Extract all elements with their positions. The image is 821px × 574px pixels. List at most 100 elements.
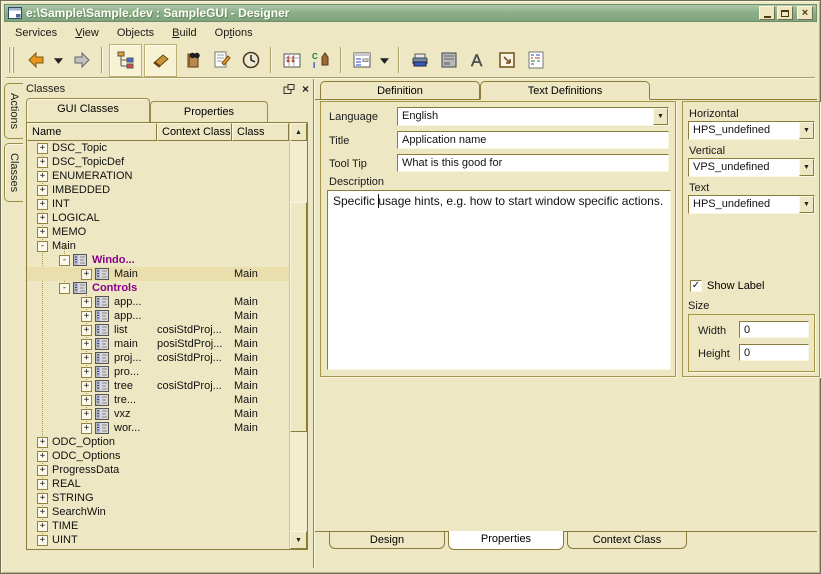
window-list-dropdown[interactable]	[377, 46, 392, 74]
horizontal-combo[interactable]: HPS_undefined ▼	[688, 121, 815, 140]
edit-document-button[interactable]	[208, 46, 235, 74]
tree-expand-toggle[interactable]: +	[81, 269, 92, 280]
classes-panel-tab[interactable]: GUI Classes	[26, 98, 150, 122]
tree-row[interactable]: + IMBEDDED	[27, 183, 289, 197]
tree-expand-toggle[interactable]: +	[81, 367, 92, 378]
tree-expand-toggle[interactable]: +	[81, 409, 92, 420]
build-server-button[interactable]	[435, 46, 462, 74]
clock-button[interactable]	[237, 46, 264, 74]
import-table-button[interactable]	[278, 46, 305, 74]
close-button[interactable]: ×	[797, 6, 813, 20]
scrollbar-thumb[interactable]	[290, 202, 307, 432]
class-interface-button[interactable]: CI	[307, 46, 334, 74]
show-label-checkbox[interactable]: ✓	[690, 280, 702, 292]
text-combo[interactable]: HPS_undefined ▼	[688, 195, 815, 214]
combo-dropdown-icon[interactable]: ▼	[799, 196, 814, 213]
float-window-icon[interactable]	[283, 84, 295, 94]
menu-item[interactable]: Services	[6, 24, 66, 42]
tooltip-input[interactable]	[397, 154, 669, 172]
combo-dropdown-icon[interactable]: ▼	[653, 108, 668, 125]
vertical-combo[interactable]: VPS_undefined ▼	[688, 158, 815, 177]
tree-row[interactable]: - Main	[27, 239, 289, 253]
tree-expand-toggle[interactable]: +	[37, 535, 48, 546]
bottom-tab[interactable]: Design	[329, 532, 445, 549]
tree-expand-toggle[interactable]: +	[81, 297, 92, 308]
tree-row[interactable]: + wor... Main	[27, 421, 289, 435]
back-history-dropdown[interactable]	[51, 46, 66, 74]
width-input[interactable]	[739, 321, 809, 338]
panel-close-icon[interactable]: ×	[302, 84, 309, 94]
scroll-down-button[interactable]: ▼	[290, 531, 307, 549]
combo-dropdown-icon[interactable]: ▼	[799, 122, 814, 139]
tree-row[interactable]: + TIME	[27, 519, 289, 533]
toolbar-grip[interactable]	[8, 47, 15, 73]
column-header[interactable]: Class	[232, 123, 289, 141]
script-list-button[interactable]	[522, 46, 549, 74]
tree-row[interactable]: + LOGICAL	[27, 211, 289, 225]
tree-expand-toggle[interactable]: +	[37, 213, 48, 224]
tree-expand-toggle[interactable]: +	[37, 521, 48, 532]
menu-item[interactable]: Objects	[108, 24, 163, 42]
description-textarea[interactable]: Specific usage hints, e.g. how to start …	[327, 190, 671, 370]
title-bar[interactable]: e:\Sample\Sample.dev : SampleGUI - Desig…	[4, 4, 817, 22]
tree-expand-toggle[interactable]: +	[81, 325, 92, 336]
tree-row[interactable]: + REAL	[27, 477, 289, 491]
print-button[interactable]	[406, 46, 433, 74]
combo-dropdown-icon[interactable]: ▼	[799, 159, 814, 176]
side-tab[interactable]: Classes	[4, 143, 23, 202]
forward-button[interactable]	[68, 46, 95, 74]
tree-row[interactable]: + vxz Main	[27, 407, 289, 421]
tree-row[interactable]: + tree cosiStdProj... Main	[27, 379, 289, 393]
detail-tab[interactable]: Definition	[320, 81, 480, 99]
maximize-button[interactable]	[777, 6, 793, 20]
tree-row[interactable]: + STRING	[27, 491, 289, 505]
tree-expand-toggle[interactable]: -	[59, 255, 70, 266]
tree-expand-toggle[interactable]: +	[37, 199, 48, 210]
side-tab[interactable]: Actions	[4, 83, 23, 139]
tree-expand-toggle[interactable]: +	[81, 381, 92, 392]
menu-item[interactable]: View	[66, 24, 108, 42]
tree-expand-toggle[interactable]: +	[37, 171, 48, 182]
reference-book-button[interactable]	[179, 46, 206, 74]
tree-expand-toggle[interactable]: +	[37, 493, 48, 504]
height-input[interactable]	[739, 344, 809, 361]
tree-row[interactable]: + app... Main	[27, 295, 289, 309]
tree-expand-toggle[interactable]: -	[37, 241, 48, 252]
language-combo[interactable]: English ▼	[397, 107, 669, 126]
tree-row[interactable]: + main posiStdProj... Main	[27, 337, 289, 351]
bottom-tab[interactable]: Properties	[448, 531, 564, 550]
class-hierarchy-button[interactable]	[109, 44, 142, 77]
tree-row[interactable]: + DSC_TopicDef	[27, 155, 289, 169]
tree-row[interactable]: + app... Main	[27, 309, 289, 323]
tree-expand-toggle[interactable]: +	[37, 185, 48, 196]
font-button[interactable]: A	[464, 46, 491, 74]
tree-expand-toggle[interactable]: +	[37, 227, 48, 238]
window-properties-button[interactable]	[348, 46, 375, 74]
tree-row[interactable]: + ENUMERATION	[27, 169, 289, 183]
column-header[interactable]: Context Class	[157, 123, 232, 141]
tree-expand-toggle[interactable]: +	[81, 395, 92, 406]
tree-expand-toggle[interactable]: +	[81, 311, 92, 322]
column-header[interactable]: Name	[27, 123, 157, 141]
tree-row[interactable]: + INT	[27, 197, 289, 211]
tree-row[interactable]: + proj... cosiStdProj... Main	[27, 351, 289, 365]
detail-tab[interactable]: Text Definitions	[480, 81, 650, 100]
tree-expand-toggle[interactable]: +	[37, 157, 48, 168]
tree-row[interactable]: + tre... Main	[27, 393, 289, 407]
eraser-button[interactable]	[144, 44, 177, 77]
tree-expand-toggle[interactable]: +	[37, 437, 48, 448]
tree-row[interactable]: + ODC_Option	[27, 435, 289, 449]
tree-row[interactable]: + SearchWin	[27, 505, 289, 519]
minimize-button[interactable]	[759, 6, 775, 20]
title-input[interactable]	[397, 131, 669, 149]
tree-row[interactable]: + UINT	[27, 533, 289, 547]
tree-row[interactable]: - Windo...	[27, 253, 289, 267]
tree-expand-toggle[interactable]: +	[37, 143, 48, 154]
classes-panel-tab[interactable]: Properties	[150, 101, 268, 122]
menu-item[interactable]: Build	[163, 24, 205, 42]
tree-row[interactable]: + ProgressData	[27, 463, 289, 477]
tree-expand-toggle[interactable]: +	[37, 507, 48, 518]
bottom-tab[interactable]: Context Class	[567, 532, 687, 549]
tree-row[interactable]: - Controls	[27, 281, 289, 295]
tree-row[interactable]: + MEMO	[27, 225, 289, 239]
